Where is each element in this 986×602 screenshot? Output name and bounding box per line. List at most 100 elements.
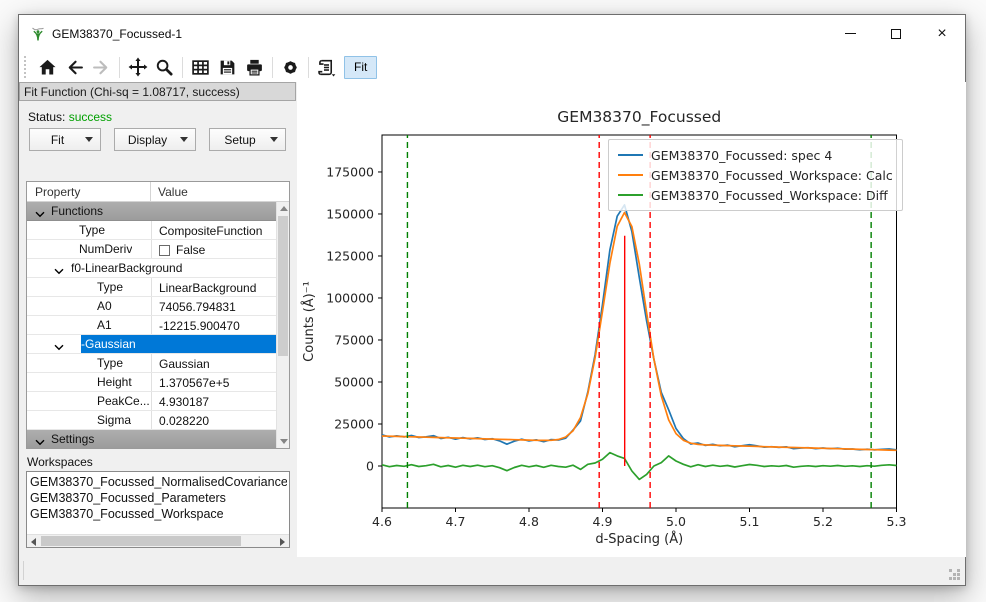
title-bar[interactable]: GEM38370_Focussed-1 × [19,15,965,52]
y-tick-label: 75000 [334,332,374,347]
scroll-down-icon[interactable] [280,439,288,444]
property-value[interactable]: -12215.900470 [151,316,276,334]
property-row[interactable]: NumDerivFalse [27,240,276,259]
x-tick-label: 4.8 [519,514,539,529]
legend-label: GEM38370_Focussed_Workspace: Diff [651,188,888,203]
y-tick-label: 100000 [326,290,374,305]
property-column-header: Property [27,182,151,201]
plot-title: GEM38370_Focussed [557,108,721,127]
property-row[interactable]: PeakCe...4.930187 [27,392,276,411]
property-value[interactable]: 1.370567e+5 [151,373,276,391]
mantid-logo-icon [30,26,46,42]
property-value[interactable]: Gaussian [151,354,276,372]
generate-script-button[interactable] [313,54,340,80]
workspace-list-item[interactable]: GEM38370_Focussed_Workspace [30,506,287,522]
save-button[interactable] [214,54,241,80]
toolbar-drag-handle[interactable] [24,56,29,78]
property-value[interactable]: False [151,240,276,258]
minimize-button[interactable] [827,15,873,52]
numderiv-checkbox[interactable] [159,245,170,256]
plot-panel: 4.64.74.84.95.05.15.25.30250005000075000… [297,82,966,557]
statusbar-divider [23,561,24,580]
magnifier-icon [155,58,174,77]
home-icon [38,58,57,77]
property-value[interactable]: CompositeFunction [151,221,276,239]
legend-label: GEM38370_Focussed: spec 4 [651,148,832,163]
property-row[interactable]: Type Gaussian [27,354,276,373]
customize-button[interactable] [277,54,304,80]
legend-line-swatch [618,194,643,196]
legend[interactable]: GEM38370_Focussed: spec 4 GEM38370_Focuss… [608,139,903,211]
home-button[interactable] [34,54,61,80]
property-value-text: 1.370567e+5 [159,376,229,390]
property-row[interactable]: Sigma0.028220 [27,411,276,430]
display-dropdown-button[interactable]: Display [114,128,196,151]
close-button[interactable]: × [919,15,965,52]
property-name: f0-LinearBackground [27,261,182,275]
chevron-down-icon [85,137,93,142]
scrollbar-thumb[interactable] [41,536,241,546]
property-value-text: Gaussian [159,357,210,371]
expand-chevron-icon[interactable] [35,435,45,448]
chevron-down-icon [180,137,188,142]
property-row[interactable]: Height1.370567e+5 [27,373,276,392]
pan-icon [128,57,148,77]
legend-line-swatch [618,174,643,176]
forward-button[interactable] [88,54,115,80]
fit-dropdown-button[interactable]: Fit [29,128,101,151]
maximize-button[interactable] [873,15,919,52]
x-tick-label: 5.3 [887,514,907,529]
expand-chevron-icon[interactable] [54,264,64,278]
expand-chevron-icon[interactable] [54,340,64,354]
print-icon [245,58,264,77]
property-row[interactable]: A1-12215.900470 [27,316,276,335]
zoom-button[interactable] [151,54,178,80]
property-value[interactable]: LinearBackground [151,278,276,296]
property-name: Type [27,356,123,370]
scroll-left-icon[interactable] [31,538,36,546]
workspace-list-item[interactable]: GEM38370_Focussed_NormalisedCovarianceMa [30,474,287,490]
scroll-up-icon[interactable] [280,206,288,211]
legend-entry[interactable]: GEM38370_Focussed: spec 4 [618,145,893,165]
status-bar [19,557,965,585]
setup-dropdown-label: Setup [210,133,270,147]
property-row[interactable]: f1-Gaussian [27,335,276,354]
property-row[interactable]: Settings [27,430,276,448]
fit-function-header[interactable]: Fit Function (Chi-sq = 1.08717, success) [19,82,296,101]
window-title: GEM38370_Focussed-1 [52,27,182,41]
workspaces-list[interactable]: GEM38370_Focussed_NormalisedCovarianceMa… [26,471,290,548]
status-value: success [69,110,112,124]
script-icon [316,58,337,77]
back-button[interactable] [61,54,88,80]
property-row[interactable]: A0 74056.794831 [27,297,276,316]
expand-chevron-icon[interactable] [35,207,45,221]
scroll-right-icon[interactable] [280,538,285,546]
resize-grip-icon[interactable] [949,569,961,581]
toolbar-separator [308,57,309,78]
setup-dropdown-button[interactable]: Setup [209,128,286,151]
property-row[interactable]: f0-LinearBackground [27,259,276,278]
property-row[interactable]: Type LinearBackground [27,278,276,297]
value-column-header: Value [151,182,289,201]
workspace-list-item[interactable]: GEM38370_Focussed_Parameters [30,490,287,506]
x-tick-label: 4.7 [446,514,466,529]
property-value[interactable]: 74056.794831 [151,297,276,315]
workspaces-horizontal-scrollbar[interactable] [27,534,289,547]
x-tick-label: 5.2 [813,514,833,529]
property-value[interactable]: 4.930187 [151,392,276,410]
property-name: Type [27,280,123,294]
property-row[interactable]: TypeCompositeFunction [27,221,276,240]
property-value-text: False [176,243,205,257]
legend-entry[interactable]: GEM38370_Focussed_Workspace: Calc [618,165,893,185]
fit-toggle-button[interactable]: Fit [344,56,377,79]
print-button[interactable] [241,54,268,80]
property-row[interactable]: Functions [27,202,276,221]
legend-entry[interactable]: GEM38370_Focussed_Workspace: Diff [618,185,893,205]
property-value[interactable]: 0.028220 [151,411,276,429]
table-vertical-scrollbar[interactable] [276,202,289,448]
y-tick-label: 175000 [326,164,374,179]
property-name: A0 [27,299,112,313]
subplots-button[interactable] [187,54,214,80]
pan-button[interactable] [124,54,151,80]
scrollbar-thumb[interactable] [278,216,288,356]
